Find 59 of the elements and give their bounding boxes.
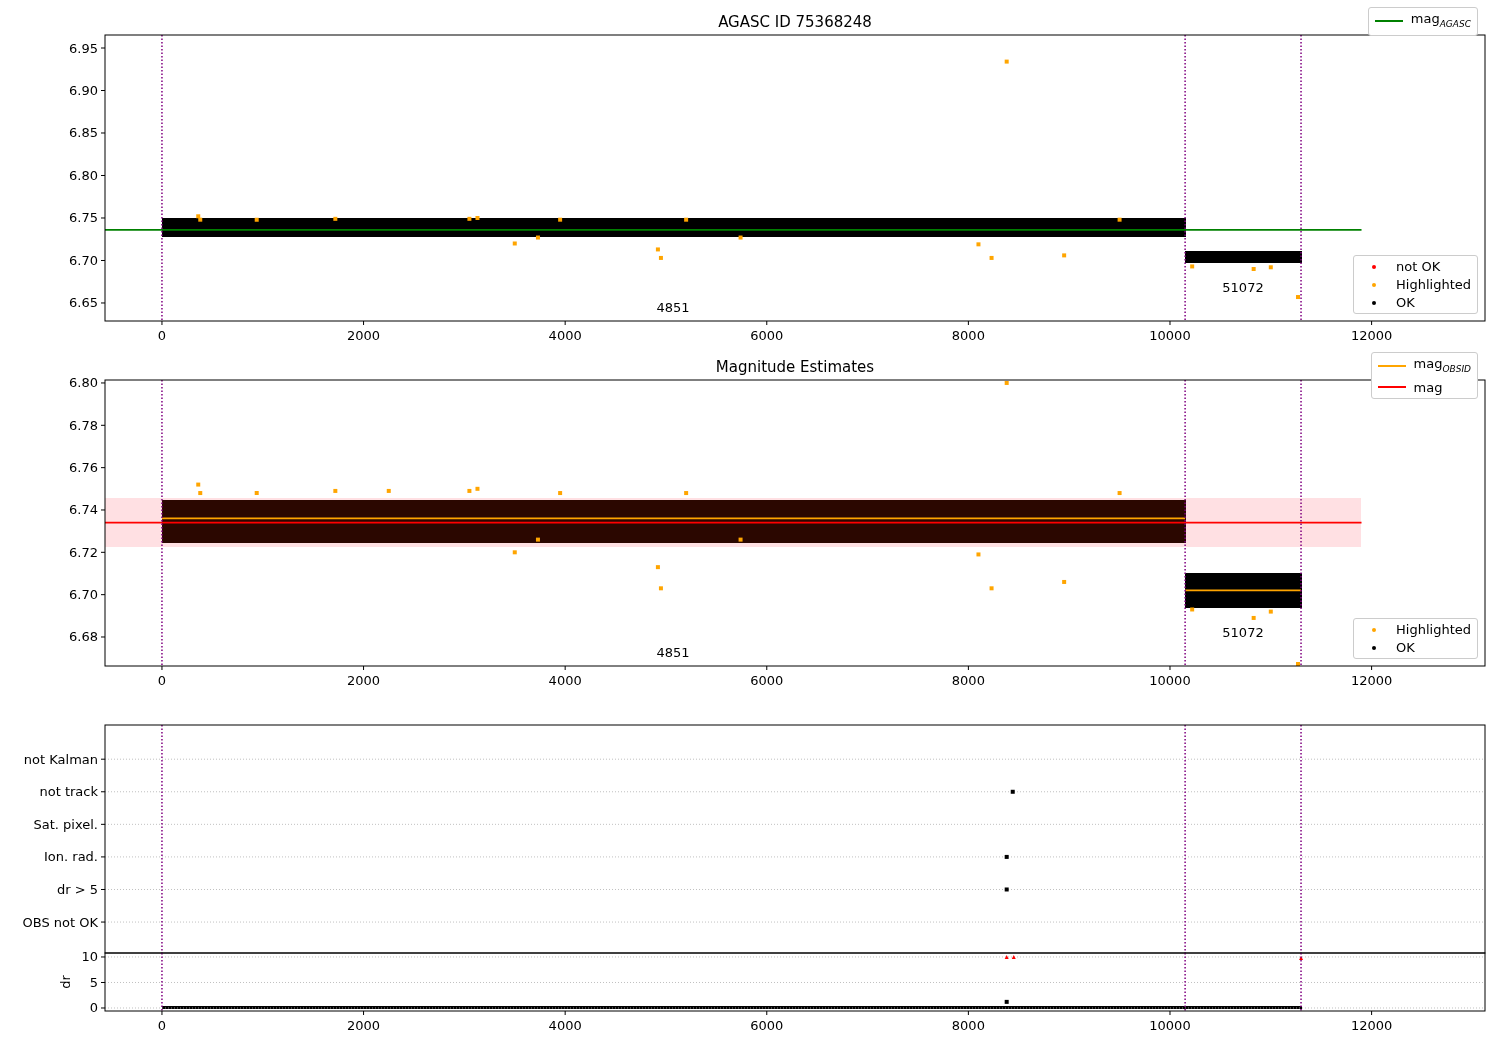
legend-label: not OK (1396, 259, 1441, 274)
tick-label: 12000 (1350, 673, 1393, 688)
tick-label: 2000 (347, 673, 381, 688)
tick-label: 10000 (1149, 1018, 1191, 1033)
tick-label: 4000 (548, 328, 582, 343)
tick-label: OBS not OK (22, 914, 98, 930)
tick-label: 6.70 (69, 253, 98, 268)
axis-label: dr (58, 975, 73, 989)
tick-label: 0 (157, 1018, 167, 1033)
obsid-label: 4851 (656, 300, 690, 315)
tick-label: 6.78 (69, 417, 98, 433)
tick-label: 6.90 (69, 83, 98, 98)
legend-label: mag$_{AGASC}$ (1410, 11, 1471, 31)
chart-title: Magnitude Estimates (715, 358, 875, 376)
tick-label: 2000 (347, 328, 381, 343)
tick-label: 10000 (1149, 328, 1191, 343)
obsid-label: 51072 (1222, 280, 1264, 295)
obsid-label: 51072 (1222, 625, 1264, 640)
tick-label: 6.75 (69, 210, 98, 226)
tick-label: 6.76 (69, 460, 98, 476)
tick-label: 6.85 (69, 125, 98, 141)
tick-label: 10 (81, 949, 98, 965)
tick-label: 0 (89, 1000, 98, 1016)
tick-label: not track (39, 784, 98, 800)
legend-label: OK (1396, 640, 1415, 655)
tick-label: 4000 (548, 1018, 582, 1033)
tick-label: 4000 (548, 673, 582, 688)
tick-label: 0 (157, 673, 167, 688)
tick-label: 6000 (750, 328, 784, 343)
legend-label: mag (1413, 379, 1443, 395)
tick-label: 6.80 (69, 168, 98, 183)
legend-label: Highlighted (1396, 277, 1471, 292)
tick-label: dr > 5 (56, 882, 98, 897)
tick-label: 8000 (951, 328, 985, 343)
tick-label: 8000 (951, 673, 985, 688)
tick-label: not Kalman (23, 751, 98, 767)
legend-label: OK (1396, 295, 1415, 310)
tick-label: 5 (89, 975, 98, 990)
chart-title: AGASC ID 75368248 (718, 13, 872, 31)
tick-label: 6.74 (69, 502, 98, 518)
tick-label: Sat. pixel. (33, 816, 98, 832)
tick-label: 6.95 (69, 40, 98, 56)
legend-label: Highlighted (1396, 622, 1471, 637)
tick-label: 12000 (1350, 1018, 1393, 1033)
tick-label: 6000 (750, 673, 784, 688)
tick-label: 6.68 (69, 629, 98, 645)
tick-label: 12000 (1350, 328, 1393, 343)
tick-label: 6.72 (69, 544, 98, 560)
tick-label: Ion. rad. (44, 849, 98, 865)
legend-label: mag$_{OBSID}$ (1413, 356, 1471, 376)
tick-label: 8000 (951, 1018, 985, 1033)
tick-label: 6.65 (69, 295, 98, 311)
tick-label: 0 (157, 328, 167, 343)
tick-label: 6.70 (69, 587, 98, 603)
tick-label: 6.80 (69, 375, 98, 391)
obsid-label: 4851 (656, 645, 690, 660)
tick-label: 6000 (750, 1018, 784, 1033)
tick-label: 2000 (347, 1018, 381, 1033)
tick-label: 10000 (1149, 673, 1191, 688)
